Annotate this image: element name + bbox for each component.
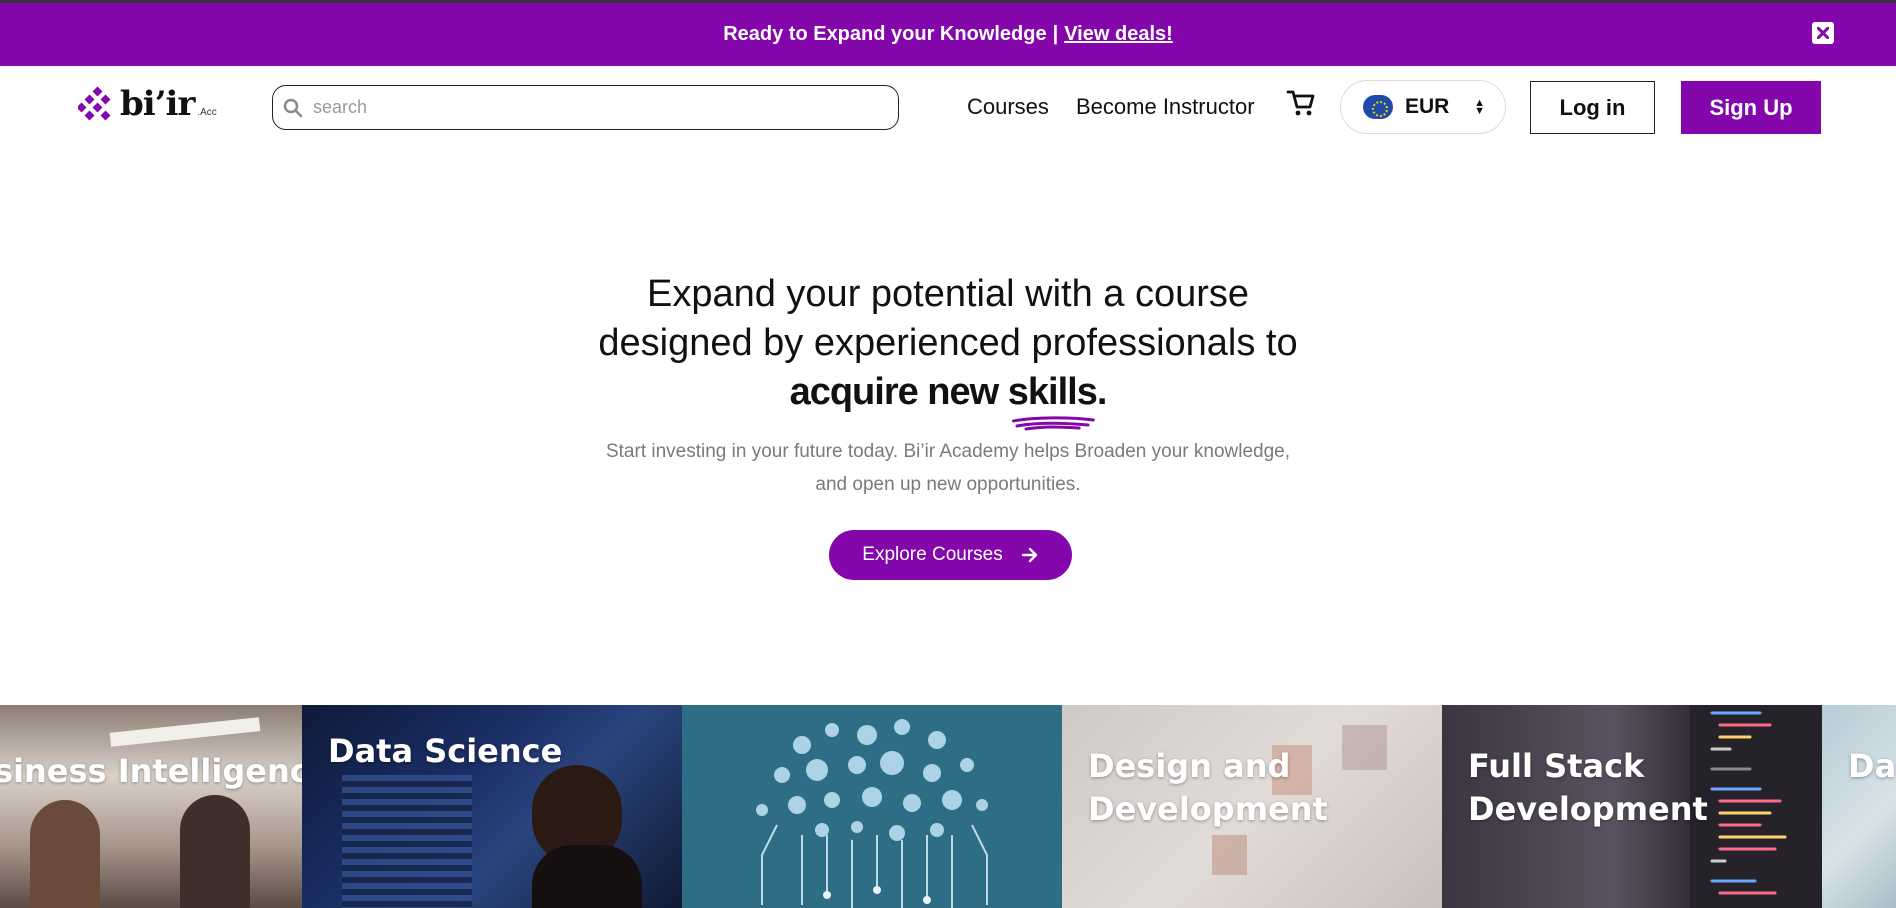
- brush-underline-icon: [1011, 416, 1095, 431]
- hero-subtitle-line1: Start investing in your future today. Bi…: [605, 441, 1291, 462]
- category-card-partial[interactable]: Da: [1822, 705, 1896, 908]
- category-carousel: siness Intelligence Data Science: [0, 705, 1896, 908]
- photo-person-shape: [180, 795, 250, 908]
- category-card-title: siness Intelligence: [0, 752, 302, 790]
- hero-subtitle: Start investing in your future today. Bi…: [0, 435, 1896, 501]
- signup-button[interactable]: Sign Up: [1681, 81, 1821, 134]
- photo-ai-brain-illustration: [756, 719, 988, 908]
- hero-subtitle-line2: and open up new opportunities.: [815, 474, 1081, 495]
- view-deals-link[interactable]: View deals!: [1064, 23, 1173, 46]
- nav-courses-link[interactable]: Courses: [967, 94, 1049, 120]
- photo-ceiling-light: [109, 717, 261, 747]
- hero-headline-line1: Expand your potential with a course: [646, 273, 1250, 315]
- category-card-title: Full Stack Development: [1468, 747, 1708, 828]
- nav-become-instructor-link[interactable]: Become Instructor: [1076, 94, 1255, 120]
- hero-period: .: [1096, 371, 1108, 413]
- photo-sticky-note: [1212, 835, 1247, 875]
- promo-banner: Ready to Expand your Knowledge | View de…: [0, 3, 1896, 66]
- currency-selector[interactable]: EUR ▲ ▼: [1340, 80, 1506, 134]
- category-card-title: Data Science: [328, 732, 563, 770]
- logo-wordmark: bi’ir: [120, 84, 195, 124]
- category-card-ai[interactable]: [682, 705, 1062, 908]
- currency-label: EUR: [1405, 95, 1450, 118]
- main-navbar: bi’ir .Acc Courses Become Instructor EUR…: [0, 66, 1896, 150]
- photo-code-editor: [1690, 705, 1822, 908]
- promo-separator: |: [1052, 23, 1059, 45]
- photo-server-rack: [342, 775, 472, 908]
- hero-skills-word: skills: [1007, 368, 1098, 431]
- hero-skills-text: skills: [1007, 371, 1098, 413]
- category-card-title: Da: [1848, 747, 1896, 785]
- sort-arrows-icon: ▲ ▼: [1474, 97, 1485, 117]
- arrow-right-icon: [1021, 547, 1037, 563]
- logo-suffix: .Acc: [197, 107, 217, 118]
- hero-headline-line2: designed by experienced professionals to: [598, 322, 1298, 364]
- search-icon: [283, 98, 303, 117]
- search-input[interactable]: [313, 97, 873, 118]
- photo-person-shape: [30, 800, 100, 908]
- explore-courses-label: Explore Courses: [862, 544, 1003, 565]
- login-button[interactable]: Log in: [1530, 81, 1655, 134]
- logo-mark-icon: [78, 86, 111, 121]
- category-card-full-stack-development[interactable]: Full Stack Development: [1442, 705, 1822, 908]
- promo-text: Ready to Expand your Knowledge: [723, 23, 1047, 45]
- cart-icon[interactable]: [1286, 88, 1316, 118]
- hero-headline-emphasis: acquire new skills.: [789, 368, 1108, 431]
- hero-section: Expand your potential with a course desi…: [0, 270, 1896, 501]
- hero-emphasis-text: acquire new: [789, 371, 1008, 413]
- close-icon[interactable]: [1812, 22, 1834, 44]
- photo-person-body: [532, 845, 642, 908]
- eu-flag-icon: [1363, 95, 1393, 119]
- search-box[interactable]: [272, 85, 899, 130]
- category-card-data-science[interactable]: Data Science: [302, 705, 682, 908]
- category-card-title: Design and Development: [1088, 747, 1328, 828]
- explore-courses-button[interactable]: Explore Courses: [829, 530, 1072, 580]
- category-card-business-intelligence[interactable]: siness Intelligence: [0, 705, 302, 908]
- site-logo[interactable]: bi’ir .Acc: [78, 84, 217, 124]
- category-card-design-and-development[interactable]: Design and Development: [1062, 705, 1442, 908]
